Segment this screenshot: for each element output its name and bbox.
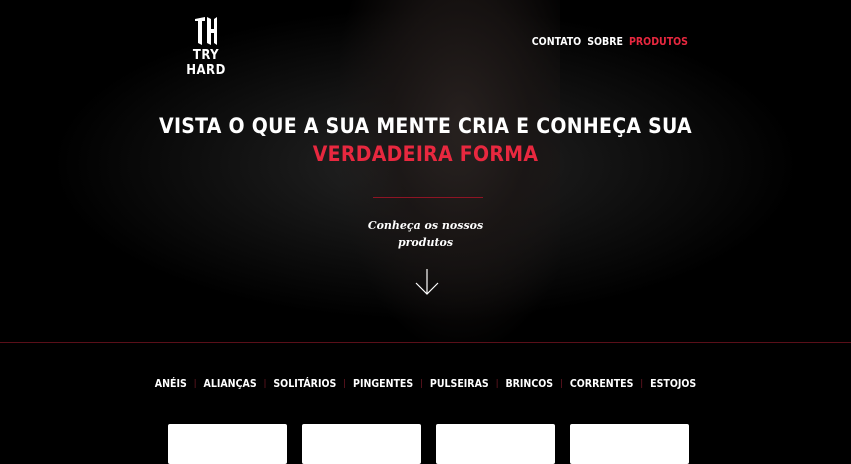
category-aliancas[interactable]: ALIANÇAS <box>197 378 264 390</box>
category-pulseiras[interactable]: PULSEIRAS <box>423 378 496 390</box>
category-correntes[interactable]: CORRENTES <box>563 378 641 390</box>
category-pingentes[interactable]: PINGENTES <box>346 378 420 390</box>
hero-headline: VISTA O QUE A SUA MENTE CRIA E CONHEÇA S… <box>0 112 851 168</box>
hero-background-image <box>340 0 560 342</box>
nav-produtos[interactable]: PRODUTOS <box>629 36 688 48</box>
product-card[interactable] <box>168 424 287 464</box>
category-brincos[interactable]: BRINCOS <box>498 378 560 390</box>
category-solitarios[interactable]: SOLITÁRIOS <box>266 378 343 390</box>
main-nav: CONTATO SOBRE PRODUTOS <box>532 36 688 48</box>
cta-line-1: Conheça os nossos <box>367 219 484 232</box>
headline-line-2: VERDADEIRA FORMA <box>312 142 539 166</box>
arrow-down-icon[interactable] <box>415 268 439 296</box>
product-card[interactable] <box>436 424 555 464</box>
product-card[interactable] <box>570 424 689 464</box>
product-cards <box>168 424 689 464</box>
brand-logo[interactable]: TRY HARD <box>176 16 236 78</box>
cta-line-2: produtos <box>397 236 454 249</box>
nav-contato[interactable]: CONTATO <box>532 36 581 48</box>
products-cta[interactable]: Conheça os nossos produtos <box>0 217 851 251</box>
section-divider <box>0 342 851 343</box>
nav-sobre[interactable]: SOBRE <box>587 36 623 48</box>
headline-line-1: VISTA O QUE A SUA MENTE CRIA E CONHEÇA S… <box>159 114 692 138</box>
hero-section: TRY HARD CONTATO SOBRE PRODUTOS VISTA O … <box>0 0 851 342</box>
category-menu: ANÉIS | ALIANÇAS | SOLITÁRIOS | PINGENTE… <box>0 378 851 390</box>
th-monogram-icon <box>195 17 217 45</box>
category-aneis[interactable]: ANÉIS <box>148 378 194 390</box>
category-estojos[interactable]: ESTOJOS <box>643 378 703 390</box>
brand-name: TRY HARD <box>186 48 226 78</box>
hero-divider <box>373 197 483 198</box>
product-card[interactable] <box>302 424 421 464</box>
